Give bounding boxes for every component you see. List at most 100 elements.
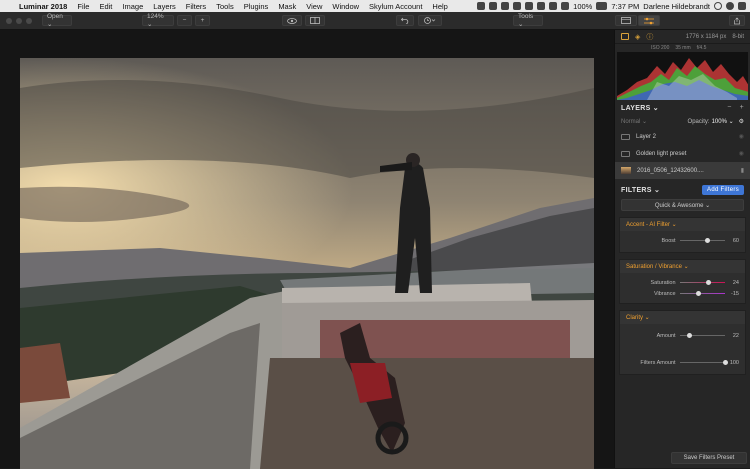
save-filters-preset-button[interactable]: Save Filters Preset [671, 452, 747, 464]
volume-icon[interactable] [549, 2, 558, 10]
zoom-window-button[interactable] [26, 17, 32, 24]
slider-knob[interactable] [705, 280, 711, 285]
menu-tools[interactable]: Tools [211, 2, 239, 11]
image-icon[interactable] [621, 33, 629, 40]
compare-button[interactable] [305, 15, 325, 26]
minimize-window-button[interactable] [16, 17, 22, 24]
menu-filters[interactable]: Filters [181, 2, 211, 11]
layer-thumbnail [621, 167, 631, 174]
filter-saturation-vibrance: Saturation / Vibrance ⌄ Saturation 24 Vi… [619, 259, 746, 304]
status-app-icon[interactable] [489, 2, 498, 10]
layers-title[interactable]: LAYERS ⌄ [621, 104, 659, 112]
filter-header[interactable]: Accent - AI Filter ⌄ [620, 218, 745, 231]
slider-filters-amount[interactable]: Filters Amount 100 [620, 357, 745, 368]
slider-vibrance[interactable]: Vibrance -15 [620, 288, 745, 299]
layer-item[interactable]: Layer 2 ◉ [615, 128, 750, 145]
blend-mode-dropdown[interactable]: Normal ⌄ [621, 118, 647, 125]
menu-skylum-account[interactable]: Skylum Account [364, 2, 427, 11]
menu-help[interactable]: Help [427, 2, 452, 11]
menu-file[interactable]: File [72, 2, 94, 11]
filters-title[interactable]: FILTERS ⌄ [621, 186, 660, 194]
edited-photo[interactable] [20, 58, 594, 469]
slider-knob[interactable] [687, 333, 693, 338]
add-filters-button[interactable]: Add Filters [702, 184, 744, 195]
menu-edit[interactable]: Edit [94, 2, 117, 11]
sidebar-toggle-button[interactable] [615, 15, 637, 26]
slider-track[interactable] [679, 360, 729, 365]
filter-title: Saturation / Vibrance ⌄ [626, 264, 689, 270]
lock-icon[interactable]: ▮ [741, 167, 744, 174]
bluetooth-icon[interactable] [537, 2, 546, 10]
user-name[interactable]: Darlene Hildebrandt [643, 2, 710, 11]
image-canvas[interactable] [0, 30, 614, 469]
slider-amount[interactable]: Amount 22 [620, 330, 745, 341]
slider-value: -15 [731, 290, 739, 297]
eye-preview-button[interactable] [282, 15, 302, 26]
open-button[interactable]: Open ⌄ [42, 13, 72, 28]
info-bar: ◈ ⓘ 1776 x 1184 px 8-bit [615, 30, 750, 44]
slider-track[interactable] [679, 333, 726, 338]
layer-item-selected[interactable]: 2016_0506_12432600.... ▮ [615, 162, 750, 179]
menu-view[interactable]: View [301, 2, 327, 11]
undo-icon [401, 17, 409, 24]
add-layer-button[interactable]: + [740, 104, 744, 111]
notification-center-icon[interactable] [738, 2, 746, 10]
bit-depth: 8-bit [732, 33, 744, 40]
zoom-level-dropdown[interactable]: 124% ⌄ [142, 13, 174, 28]
filter-header[interactable]: Clarity ⌄ [620, 311, 745, 324]
slider-value: 60 [732, 237, 739, 244]
sidebar-icon [621, 17, 631, 24]
remove-layer-button[interactable]: − [727, 104, 731, 111]
menu-plugins[interactable]: Plugins [239, 2, 274, 11]
clock-icon [424, 17, 436, 24]
status-app-icon[interactable] [525, 2, 534, 10]
image-dimensions: 1776 x 1184 px [685, 33, 727, 40]
close-window-button[interactable] [6, 17, 12, 24]
zoom-out-button[interactable]: − [177, 15, 192, 26]
window-controls [6, 17, 32, 24]
undo-button[interactable] [396, 15, 414, 26]
clock[interactable]: 7:37 PM [611, 2, 639, 11]
slider-track[interactable] [679, 238, 726, 243]
histogram-graphic [617, 58, 748, 100]
workspace-dropdown[interactable]: Quick & Awesome ⌄ [621, 199, 744, 211]
siri-icon[interactable] [726, 2, 734, 10]
visibility-eye-icon[interactable]: ◉ [739, 133, 744, 140]
visibility-eye-icon[interactable]: ◉ [739, 150, 744, 157]
layers-stack-icon[interactable]: ◈ [635, 33, 640, 41]
slider-knob[interactable] [696, 291, 702, 296]
slider-value: 24 [732, 279, 739, 286]
wifi-icon[interactable] [561, 2, 570, 10]
slider-track[interactable] [679, 291, 726, 296]
gear-icon[interactable]: ⚙ [739, 118, 744, 125]
status-app-icon[interactable] [513, 2, 522, 10]
tools-dropdown[interactable]: Tools ⌄ [513, 13, 543, 28]
photo-graphic [20, 58, 594, 469]
opacity-dropdown[interactable]: 100% ⌄ [712, 118, 734, 125]
menu-window[interactable]: Window [327, 2, 364, 11]
slider-saturation[interactable]: Saturation 24 [620, 277, 745, 288]
menu-layers[interactable]: Layers [148, 2, 181, 11]
battery-icon[interactable] [596, 2, 608, 10]
menu-image[interactable]: Image [117, 2, 148, 11]
status-app-icon[interactable] [477, 2, 486, 10]
history-button[interactable] [418, 15, 442, 26]
filter-accent: Accent - AI Filter ⌄ Boost 60 [619, 217, 746, 253]
exif-info: ISO 200 35 mm f/4.5 [615, 44, 750, 52]
menu-app[interactable]: Luminar 2018 [14, 2, 72, 11]
layer-item[interactable]: Golden light preset ◉ [615, 145, 750, 162]
info-icon[interactable]: ⓘ [646, 32, 653, 42]
share-button[interactable] [729, 15, 745, 26]
slider-knob[interactable] [704, 238, 710, 243]
zoom-in-button[interactable]: + [195, 15, 210, 26]
slider-boost[interactable]: Boost 60 [620, 235, 745, 246]
status-app-icon[interactable] [501, 2, 510, 10]
menu-mask[interactable]: Mask [273, 2, 301, 11]
layer-name: 2016_0506_12432600.... [637, 167, 704, 174]
histogram [617, 52, 748, 100]
spotlight-search-icon[interactable] [714, 2, 722, 10]
adjustments-button[interactable] [638, 15, 660, 26]
filter-header[interactable]: Saturation / Vibrance ⌄ [620, 260, 745, 273]
slider-track[interactable] [679, 280, 726, 285]
share-icon [734, 17, 740, 24]
